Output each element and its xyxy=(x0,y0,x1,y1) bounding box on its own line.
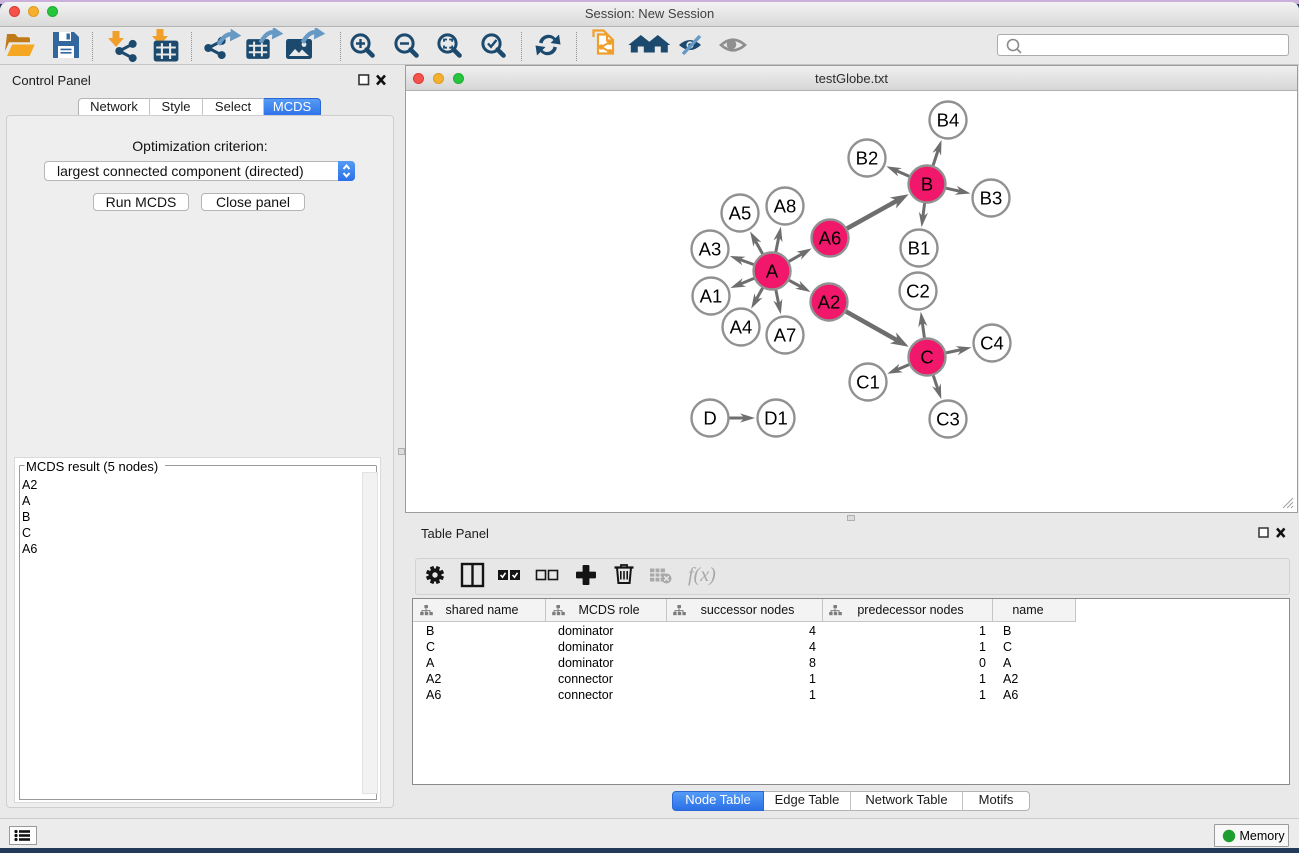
svg-text:A2: A2 xyxy=(818,291,841,312)
svg-text:D: D xyxy=(703,407,716,428)
svg-text:A3: A3 xyxy=(699,238,722,259)
svg-text:C1: C1 xyxy=(856,371,880,392)
svg-text:A5: A5 xyxy=(729,202,752,223)
svg-text:B1: B1 xyxy=(908,237,931,258)
svg-text:A6: A6 xyxy=(819,227,842,248)
svg-text:A8: A8 xyxy=(774,195,797,216)
svg-text:f(x): f(x) xyxy=(688,564,716,586)
svg-text:C: C xyxy=(920,346,933,367)
svg-text:C4: C4 xyxy=(980,332,1004,353)
svg-text:A1: A1 xyxy=(700,285,723,306)
svg-text:A: A xyxy=(766,260,779,281)
svg-text:D1: D1 xyxy=(764,407,788,428)
svg-text:B3: B3 xyxy=(980,187,1003,208)
svg-text:C3: C3 xyxy=(936,408,960,429)
svg-text:C2: C2 xyxy=(906,280,930,301)
svg-text:B2: B2 xyxy=(856,147,879,168)
svg-text:B: B xyxy=(921,173,933,194)
svg-text:A4: A4 xyxy=(730,316,753,337)
svg-text:A7: A7 xyxy=(774,324,797,345)
svg-text:B4: B4 xyxy=(937,109,960,130)
